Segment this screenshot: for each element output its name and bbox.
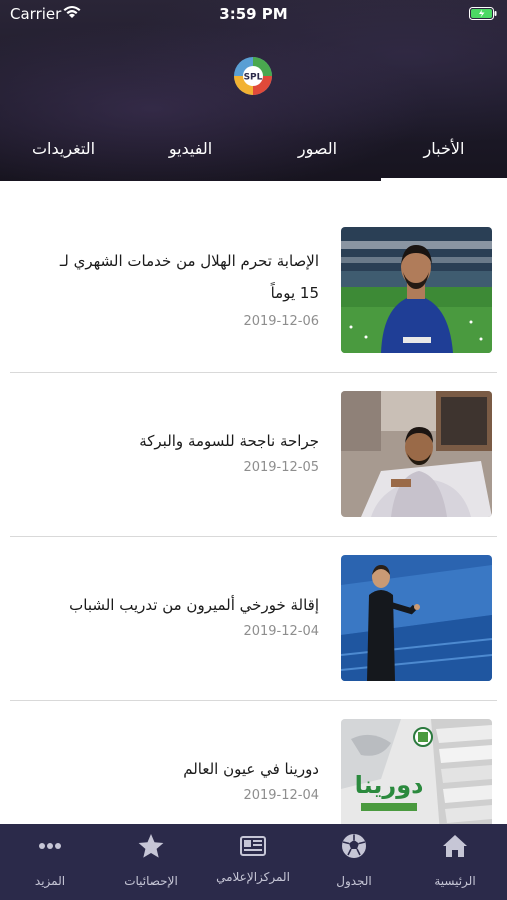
news-date: 2019-12-06: [243, 314, 319, 329]
header: Carrier 3:59 PM SPL الأخبار الصور الفيدي…: [0, 0, 507, 181]
tab-tweets[interactable]: التغريدات: [0, 130, 127, 181]
news-item[interactable]: جراحة ناجحة للسومة والبركة 2019-12-05: [0, 345, 507, 517]
news-thumbnail: [341, 555, 492, 681]
news-title-continued: 15 يوماً: [270, 284, 319, 302]
tab-news[interactable]: الأخبار: [381, 130, 507, 181]
news-thumbnail: دورينا: [341, 719, 492, 824]
section-tabs: الأخبار الصور الفيديو التغريدات: [0, 130, 507, 181]
bottom-tab-bar: المزيد الإحصائيات المركزالإعلامي الجدول …: [0, 824, 507, 900]
nav-label: الجدول: [336, 874, 372, 888]
nav-media-center[interactable]: المركزالإعلامي: [203, 824, 303, 900]
news-item[interactable]: دورينا دورينا في عيون العالم 2019-12-04: [0, 673, 507, 824]
nav-label: الإحصائيات: [124, 874, 178, 888]
nav-home[interactable]: الرئيسية: [405, 824, 505, 900]
news-item[interactable]: إقالة خورخي ألميرون من تدريب الشباب 2019…: [0, 509, 507, 681]
logo-text: SPL: [244, 73, 263, 83]
tab-videos[interactable]: الفيديو: [127, 130, 254, 181]
news-date: 2019-12-04: [243, 788, 319, 803]
news-title: جراحة ناجحة للسومة والبركة: [139, 432, 319, 450]
tab-photos[interactable]: الصور: [254, 130, 381, 181]
status-bar: Carrier 3:59 PM: [0, 0, 507, 28]
nav-label: المزيد: [34, 874, 66, 888]
news-title: إقالة خورخي ألميرون من تدريب الشباب: [69, 596, 319, 614]
newspaper-icon: [240, 836, 266, 856]
news-thumbnail: [341, 227, 492, 353]
thumbnail-caption: دورينا: [355, 771, 424, 799]
news-title: دورينا في عيون العالم: [183, 760, 319, 778]
battery-icon: [469, 7, 497, 20]
home-icon: [443, 835, 467, 857]
league-logo-icon: SPL: [234, 57, 272, 95]
clock: 3:59 PM: [219, 5, 288, 23]
star-icon: [138, 834, 164, 858]
news-list: الإصابة تحرم الهلال من خدمات الشهري لـ 1…: [0, 181, 507, 824]
more-dots-icon: [39, 843, 61, 849]
news-date: 2019-12-04: [243, 624, 319, 639]
news-title: الإصابة تحرم الهلال من خدمات الشهري لـ: [59, 252, 319, 270]
news-thumbnail: [341, 391, 492, 517]
news-item[interactable]: الإصابة تحرم الهلال من خدمات الشهري لـ 1…: [0, 181, 507, 353]
soccer-ball-icon: [342, 834, 366, 858]
nav-label: الرئيسية: [434, 874, 476, 888]
nav-statistics[interactable]: الإحصائيات: [101, 824, 201, 900]
news-date: 2019-12-05: [243, 460, 319, 475]
nav-label: المركزالإعلامي: [216, 870, 290, 884]
nav-more[interactable]: المزيد: [0, 824, 100, 900]
nav-schedule[interactable]: الجدول: [304, 824, 404, 900]
